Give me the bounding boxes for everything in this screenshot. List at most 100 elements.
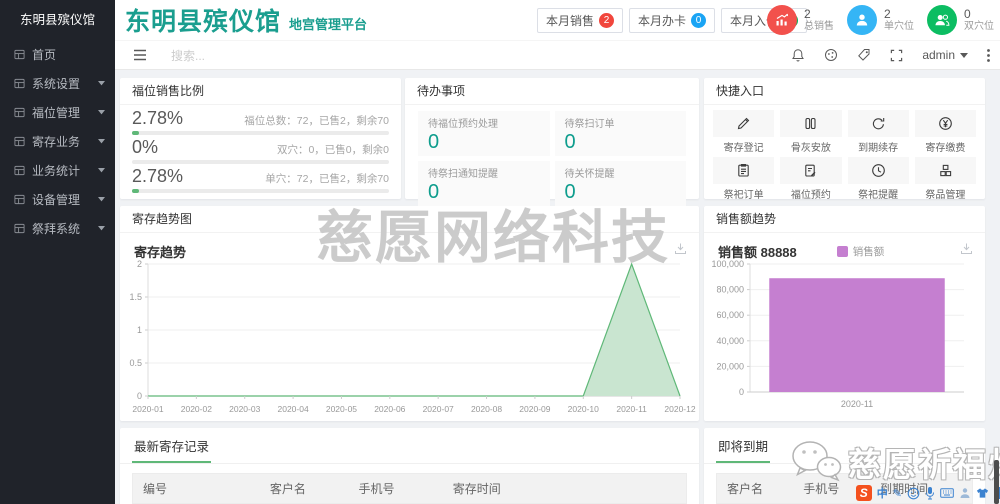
quick-offering-management[interactable]: 祭品管理: [914, 157, 976, 201]
quick-slot-booking[interactable]: 福位预约: [780, 157, 842, 201]
svg-text:2020-11: 2020-11: [616, 404, 647, 414]
download-chart-icon[interactable]: [674, 242, 687, 255]
renew-icon: [847, 110, 909, 137]
svg-text:1: 1: [137, 325, 142, 335]
sidebar-item-business-stats[interactable]: 业务统计: [0, 156, 115, 185]
chevron-down-icon: [98, 139, 105, 144]
skin-icon[interactable]: [976, 487, 989, 499]
more-options-icon[interactable]: [987, 48, 990, 62]
slot-sales-ratio-card: 福位销售比例 2.78% 福位总数：72，已售2，剩余70 0% 双穴：0，已售…: [120, 78, 401, 199]
month-cards-badge: 0: [691, 12, 707, 28]
kpi-total-sales: 2 总销售: [767, 5, 834, 35]
menu-grid-icon: [14, 223, 25, 234]
columns-icon: [780, 110, 842, 137]
sidebar-item-home[interactable]: 首页: [0, 40, 115, 69]
sidebar-item-system-settings[interactable]: 系统设置: [0, 69, 115, 98]
kpi-single-slots: 2 单穴位: [847, 5, 914, 35]
svg-text:80,000: 80,000: [716, 285, 744, 295]
chevron-down-icon: [98, 168, 105, 173]
users-icon: [927, 5, 957, 35]
user-menu[interactable]: admin: [922, 48, 968, 62]
brand-title: 东明县殡仪馆: [125, 9, 282, 36]
brand-subtitle: 地宫管理平台: [289, 17, 368, 32]
microphone-icon[interactable]: [925, 486, 935, 500]
svg-text:100,000: 100,000: [711, 259, 744, 269]
svg-text:0: 0: [137, 391, 142, 401]
fullscreen-icon[interactable]: [890, 49, 903, 62]
tab-latest-records[interactable]: 最新寄存记录: [132, 436, 212, 463]
latest-records-table: 编号 客户名 手机号 寄存时间 REG-186420201114144615 哈…: [132, 473, 687, 504]
menu-grid-icon: [14, 78, 25, 89]
todo-sweep-notices[interactable]: 待祭扫通知提醒 0: [418, 161, 550, 206]
kpi-summary: 2 总销售 2 单穴位 0 双穴位: [767, 0, 994, 40]
legend: 销售额: [836, 244, 884, 259]
svg-text:2020-10: 2020-10: [568, 404, 599, 414]
collapse-menu-icon[interactable]: [133, 49, 147, 61]
svg-text:1.5: 1.5: [129, 292, 142, 302]
latest-deposit-records-card: 最新寄存记录 编号 客户名 手机号 寄存时间 REG-1864202011141…: [120, 428, 699, 504]
svg-text:2020-02: 2020-02: [181, 404, 212, 414]
sidebar-item-slot-management[interactable]: 福位管理: [0, 98, 115, 127]
svg-text:2020-09: 2020-09: [519, 404, 550, 414]
card-title: 寄存趋势图: [120, 206, 699, 233]
chevron-down-icon: [98, 110, 105, 115]
menu-grid-icon: [14, 49, 25, 60]
menu-grid-icon: [14, 107, 25, 118]
theme-icon[interactable]: [824, 48, 838, 62]
quick-sacrifice-reminder[interactable]: 祭祀提醒: [847, 157, 909, 201]
chevron-down-icon: [98, 197, 105, 202]
chinese-mode-icon[interactable]: 中: [877, 485, 888, 501]
goods-boxes-icon: [914, 157, 976, 184]
tabs: 即将到期: [704, 428, 985, 464]
sidebar-item-worship-system[interactable]: 祭拜系统: [0, 214, 115, 243]
clock-icon: [847, 157, 909, 184]
month-sales-button[interactable]: 本月销售 2: [537, 7, 624, 33]
download-chart-icon[interactable]: [960, 242, 973, 255]
sogou-logo-icon[interactable]: S: [855, 485, 872, 501]
svg-text:40,000: 40,000: [716, 336, 744, 346]
quick-sacrifice-orders[interactable]: 祭祀订单: [713, 157, 775, 201]
deposit-trend-card: 寄存趋势图 寄存趋势 0 0.5 1 1.5 2 2020-01 2020-02 2020-0…: [120, 206, 699, 421]
tag-icon[interactable]: [857, 48, 871, 62]
quick-renewal[interactable]: 到期续存: [847, 110, 909, 154]
svg-text:2: 2: [137, 259, 142, 269]
todo-slot-reservations[interactable]: 待福位预约处理 0: [418, 111, 550, 156]
pen-icon[interactable]: ✎: [893, 487, 902, 500]
booking-edit-icon: [780, 157, 842, 184]
topbar: 东明县殡仪馆 地宫管理平台 本月销售 2 本月办卡 0 本月入住 0: [115, 0, 1000, 40]
sidebar-item-storage-business[interactable]: 寄存业务: [0, 127, 115, 156]
ime-toolbar: S 中 ✎: [855, 484, 1000, 502]
person-icon[interactable]: [959, 487, 971, 499]
scrollbar-thumb[interactable]: [994, 460, 999, 504]
svg-text:2020-07: 2020-07: [423, 404, 454, 414]
keyboard-icon[interactable]: [940, 488, 954, 498]
menu-grid-icon: [14, 165, 25, 176]
svg-text:60,000: 60,000: [716, 310, 744, 320]
quick-storage-payment[interactable]: 寄存缴费: [914, 110, 976, 154]
sidebar: 东明县殡仪馆 首页 系统设置 福位管理 寄存业务 业务统计 设备管理 祭拜系统: [0, 0, 115, 504]
svg-text:0.5: 0.5: [129, 358, 142, 368]
sidebar-item-device-management[interactable]: 设备管理: [0, 185, 115, 214]
card-title: 销售额趋势: [704, 206, 985, 233]
quick-ashes-placement[interactable]: 骨灰安放: [780, 110, 842, 154]
svg-text:2020-06: 2020-06: [374, 404, 405, 414]
todo-care-reminders[interactable]: 待关怀提醒 0: [554, 161, 686, 206]
todo-sweep-orders[interactable]: 待祭扫订单 0: [554, 111, 686, 156]
search-input[interactable]: [169, 44, 353, 68]
todo-card: 待办事项 待福位预约处理 0 待祭扫订单 0 待祭扫通知提醒 0 待关怀提醒 0: [405, 78, 699, 206]
month-cards-button[interactable]: 本月办卡 0: [629, 7, 716, 33]
emoji-icon[interactable]: [907, 487, 920, 500]
bell-icon[interactable]: [791, 48, 805, 62]
sales-amount-card: 销售额趋势 销售额 88888 销售额 0 20,000 40,000 60,000 8…: [704, 206, 985, 421]
svg-text:2020-04: 2020-04: [277, 404, 308, 414]
svg-text:2020-01: 2020-01: [132, 404, 163, 414]
kpi-double-slots: 0 双穴位: [927, 5, 994, 35]
pencil-icon: [713, 110, 775, 137]
quick-storage-register[interactable]: 寄存登记: [713, 110, 775, 154]
brand: 东明县殡仪馆 地宫管理平台: [125, 0, 367, 40]
card-title: 快捷入口: [704, 78, 985, 105]
legend-swatch: [836, 246, 848, 257]
ratio-row-total: 2.78% 福位总数：72，已售2，剩余70: [132, 106, 389, 135]
dashboard-page: 东明县殡仪馆 首页 系统设置 福位管理 寄存业务 业务统计 设备管理 祭拜系统 …: [0, 0, 1000, 504]
tab-expiring-soon[interactable]: 即将到期: [716, 436, 771, 463]
